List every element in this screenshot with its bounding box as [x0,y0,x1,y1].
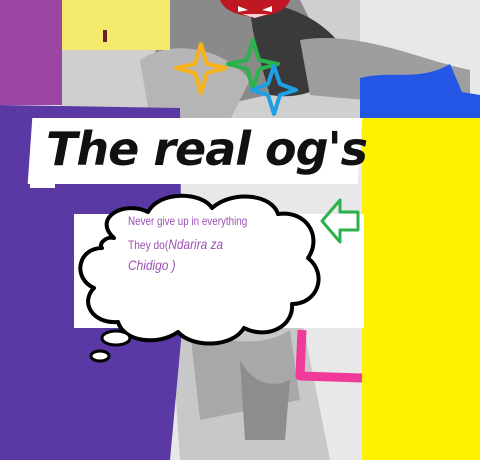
quote-line-1: Never give up in everything [128,214,248,228]
meme-canvas: The real og's Never give up in everythin… [0,0,480,460]
quote-line-2: They do(Ndarira za Chidigo ) [128,234,264,276]
sparkle-icon [174,38,298,116]
quote-prefix: They do( [128,238,169,252]
devil-face-icon [220,0,290,18]
meme-title: The real og's [46,122,368,176]
